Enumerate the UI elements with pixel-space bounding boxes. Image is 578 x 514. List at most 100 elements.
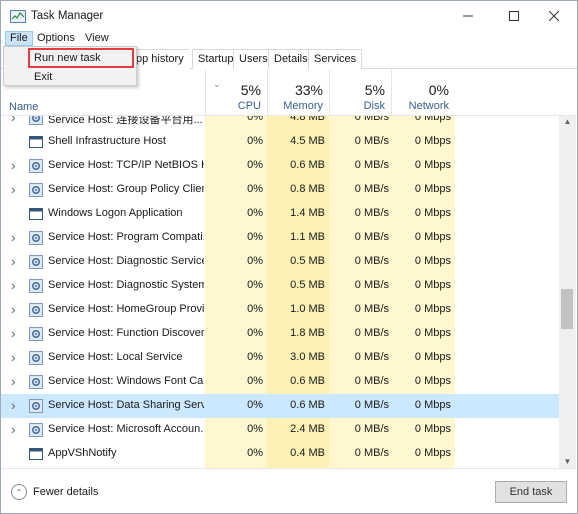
process-row[interactable]: › Service Host: Data Sharing Servi... 0% 0.… [1,394,559,418]
scroll-down-icon[interactable]: ▼ [559,456,576,468]
column-network[interactable]: 0% Network [391,70,455,116]
gear-icon [29,159,43,173]
gear-icon [29,303,43,317]
process-mem-value: 2.4 MB [290,423,325,435]
process-net-value: 0 Mbps [414,447,451,459]
process-net-value: 0 Mbps [414,375,451,387]
process-net-value: 0 Mbps [414,423,451,435]
process-net-value: 0 Mbps [414,183,451,195]
vertical-scrollbar[interactable]: ▲ ▼ [559,116,576,468]
chevron-right-icon[interactable]: › [11,422,19,436]
process-cpu-value: 0% [247,423,263,435]
process-net-value: 0 Mbps [414,231,451,243]
process-disk-value: 0 MB/s [354,183,389,195]
column-disk[interactable]: 5% Disk [329,70,391,116]
process-name: Service Host: Program Compati... [48,231,204,243]
tab-startup[interactable]: Startup [192,49,239,69]
chevron-right-icon[interactable]: › [11,326,19,340]
process-disk-value: 0 MB/s [354,159,389,171]
menu-view[interactable]: View [81,31,113,46]
gear-icon [29,327,43,341]
process-cpu-value: 0% [247,183,263,195]
fewer-details-button[interactable]: ⌃ Fewer details [11,483,98,501]
process-row[interactable]: › Service Host: Local Service 0% 3.0 MB 0 MB… [1,346,559,370]
exit-menu-item[interactable]: Exit [4,68,136,86]
process-disk-value: 0 MB/s [354,351,389,363]
scroll-up-icon[interactable]: ▲ [559,116,576,128]
chevron-right-icon[interactable]: › [11,302,19,316]
process-cpu-value: 0% [247,351,263,363]
process-net-value: 0 Mbps [414,279,451,291]
process-mem-value: 1.0 MB [290,303,325,315]
chevron-right-icon[interactable]: › [11,230,19,244]
process-row[interactable]: › Service Host: HomeGroup Provi... 0% 1.0 M… [1,298,559,322]
process-mem-value: 1.8 MB [290,327,325,339]
process-name: Service Host: Diagnostic System... [48,279,204,291]
process-net-value: 0 Mbps [414,255,451,267]
chevron-right-icon[interactable]: › [11,158,19,172]
process-cpu-value: 0% [247,303,263,315]
column-memory[interactable]: 33% Memory [267,70,329,116]
process-row[interactable]: › Service Host: Program Compati... 0% 1.1 M… [1,226,559,250]
process-mem-value: 0.8 MB [290,183,325,195]
chevron-right-icon[interactable]: › [11,254,19,268]
process-disk-value: 0 MB/s [354,116,389,123]
column-cpu[interactable]: 5% CPU [205,70,267,116]
process-cpu-value: 0% [247,327,263,339]
chevron-right-icon[interactable]: › [11,278,19,292]
process-row[interactable]: › Service Host: TCP/IP NetBIOS H... 0% 0.6 … [1,154,559,178]
chevron-right-icon[interactable]: › [11,398,19,412]
chevron-right-icon[interactable]: › [11,116,19,124]
process-row[interactable]: › Service Host: 连接设备平台用... 0% 4.8 MB 0 MB/s 0… [1,116,559,130]
process-net-value: 0 Mbps [414,159,451,171]
tab-users[interactable]: Users [233,49,273,69]
process-net-value: 0 Mbps [414,351,451,363]
cpu-percent: 5% [240,82,261,98]
window-icon [29,136,43,148]
process-row[interactable]: › Service Host: Function Discover... 0% 1.8… [1,322,559,346]
tab-app-history[interactable]: pp history [131,49,189,69]
process-cpu-value: 0% [247,207,263,219]
process-row[interactable]: › Service Host: Diagnostic System... 0% 0.5… [1,274,559,298]
window-title: Task Manager [31,10,104,22]
memory-percent: 33% [294,82,323,98]
scroll-thumb[interactable] [561,289,573,329]
process-row[interactable]: Windows Logon Application 0% 1.4 MB 0 MB/s 0… [1,202,559,226]
chevron-right-icon[interactable]: › [11,350,19,364]
chevron-right-icon[interactable]: › [11,374,19,388]
menu-file[interactable]: File [5,31,33,46]
minimize-icon [463,15,473,17]
chevron-right-icon[interactable]: › [11,182,19,196]
maximize-icon [509,11,519,21]
process-row[interactable]: › Service Host: Windows Font Ca... 0% 0.6 M… [1,370,559,394]
minimize-button[interactable] [445,1,491,31]
column-name[interactable]: Name [9,101,38,113]
gear-icon [29,183,43,197]
end-task-button[interactable]: End task [495,481,567,503]
process-name: Service Host: Function Discover... [48,327,204,339]
process-disk-value: 0 MB/s [354,207,389,219]
process-row[interactable]: › Service Host: Diagnostic Service... 0% 0.… [1,250,559,274]
process-row[interactable]: Shell Infrastructure Host 0% 4.5 MB 0 MB/s 0… [1,130,559,154]
tab-details[interactable]: Details [268,49,313,69]
process-disk-value: 0 MB/s [354,279,389,291]
process-mem-value: 3.0 MB [290,351,325,363]
process-row[interactable]: › Service Host: Microsoft Accoun... 0% 2.4 … [1,418,559,442]
tab-services[interactable]: Services [308,49,363,69]
title-bar: Task Manager [1,1,577,31]
process-net-value: 0 Mbps [414,207,451,219]
gear-icon [29,351,43,365]
window-icon [29,208,43,220]
process-row[interactable]: AppVShNotify 0% 0.4 MB 0 MB/s 0 Mbps [1,442,559,466]
close-icon [549,11,559,21]
process-mem-value: 4.8 MB [290,116,325,123]
process-mem-value: 1.1 MB [290,231,325,243]
gear-icon [29,116,43,125]
process-row[interactable]: › Service Host: Group Policy Client 0% 0.8 … [1,178,559,202]
process-name: Service Host: Group Policy Client [48,183,204,195]
process-name: Service Host: TCP/IP NetBIOS H... [48,159,204,171]
process-name: Service Host: Windows Font Ca... [48,375,204,387]
close-button[interactable] [531,1,577,31]
process-disk-value: 0 MB/s [354,255,389,267]
menu-options[interactable]: Options [33,31,79,46]
